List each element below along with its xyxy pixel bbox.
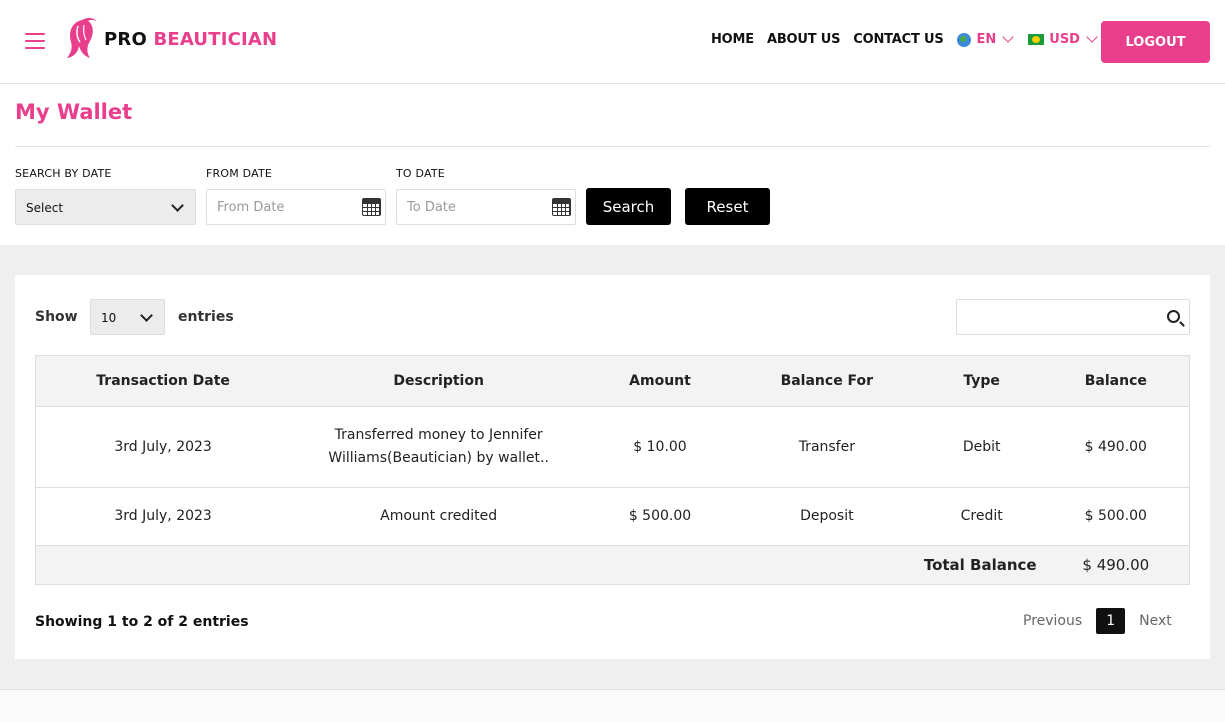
cell-balance-for: Transfer — [732, 406, 921, 488]
entries-summary: Showing 1 to 2 of 2 entries — [35, 614, 249, 630]
pagination: Previous 1 Next — [1023, 608, 1172, 634]
chevron-down-icon — [171, 199, 184, 212]
nav-about-us[interactable]: ABOUT US — [767, 32, 840, 47]
cell-date: 3rd July, 2023 — [35, 406, 291, 488]
to-date-field[interactable] — [396, 189, 576, 225]
calendar-icon[interactable] — [552, 198, 571, 216]
divider — [15, 146, 1210, 147]
column-header[interactable]: Balance — [1042, 355, 1190, 407]
chevron-down-icon — [1086, 31, 1098, 43]
page-footer — [0, 689, 1225, 722]
show-label: Show — [35, 309, 78, 325]
column-header[interactable]: Balance For — [732, 355, 921, 407]
main-nav: HOME ABOUT US CONTACT US EN USD — [711, 31, 1112, 47]
cell-type: Credit — [920, 487, 1043, 546]
language-value: EN — [976, 32, 997, 47]
page-size-value: 10 — [101, 311, 117, 325]
language-dropdown[interactable]: EN — [956, 31, 1014, 47]
table-header-row: Transaction Date Description Amount Bala… — [35, 355, 1190, 407]
search-button[interactable]: Search — [586, 188, 671, 225]
top-header: PRO BEAUTICIAN HOME ABOUT US CONTACT US … — [0, 0, 1225, 84]
table-row: 3rd July, 2023 Amount credited $ 500.00 … — [35, 487, 1190, 546]
search-by-date-label: SEARCH BY DATE — [15, 167, 112, 180]
cell-balance: $ 490.00 — [1042, 406, 1190, 488]
chevron-down-icon — [1002, 31, 1014, 43]
total-balance-value: $ 490.00 — [1042, 545, 1190, 585]
previous-page-button[interactable]: Previous — [1023, 613, 1082, 629]
cell-description: Amount credited — [290, 487, 588, 546]
to-date-label: TO DATE — [396, 167, 445, 180]
chevron-down-icon — [140, 309, 153, 322]
cell-date: 3rd July, 2023 — [35, 487, 291, 546]
page-1-button[interactable]: 1 — [1096, 608, 1126, 634]
cell-description: Transferred money to Jennifer Williams(B… — [290, 406, 588, 488]
cell-amount: $ 500.00 — [587, 487, 733, 546]
transactions-table: Transaction Date Description Amount Bala… — [35, 355, 1190, 585]
entries-label: entries — [178, 309, 234, 325]
cell-type: Debit — [920, 406, 1043, 488]
column-header[interactable]: Description — [290, 355, 588, 407]
page-title: My Wallet — [15, 100, 133, 124]
column-header[interactable]: Type — [920, 355, 1043, 407]
search-by-date-value: Select — [26, 201, 64, 215]
menu-icon[interactable] — [25, 33, 45, 49]
calendar-icon[interactable] — [362, 198, 381, 216]
cell-amount: $ 10.00 — [587, 406, 733, 488]
currency-dropdown[interactable]: USD — [1028, 31, 1098, 47]
logout-button[interactable]: LOGOUT — [1101, 21, 1210, 63]
cell-balance: $ 500.00 — [1042, 487, 1190, 546]
brand-logo[interactable]: PRO BEAUTICIAN — [64, 16, 277, 62]
reset-button[interactable]: Reset — [685, 188, 770, 225]
from-date-field[interactable] — [206, 189, 386, 225]
next-page-button[interactable]: Next — [1139, 613, 1172, 629]
currency-value: USD — [1049, 32, 1080, 47]
table-search-input[interactable] — [957, 300, 1147, 334]
table-search-field[interactable] — [956, 299, 1190, 335]
nav-home[interactable]: HOME — [711, 32, 754, 47]
column-header[interactable]: Transaction Date — [35, 355, 291, 407]
to-date-input[interactable] — [397, 190, 537, 224]
search-icon[interactable] — [1167, 310, 1180, 323]
wallet-table-card: Show 10 entries Transaction Date Descrip… — [15, 275, 1210, 659]
logo-icon — [67, 17, 97, 58]
from-date-input[interactable] — [207, 190, 347, 224]
total-balance-label: Total Balance — [35, 545, 1043, 585]
total-row: Total Balance $ 490.00 — [35, 545, 1190, 585]
table-row: 3rd July, 2023 Transferred money to Jenn… — [35, 406, 1190, 488]
flag-icon — [1028, 34, 1045, 45]
brand-name: PRO BEAUTICIAN — [104, 29, 277, 50]
nav-contact-us[interactable]: CONTACT US — [853, 32, 943, 47]
search-by-date-select[interactable]: Select — [15, 189, 196, 225]
brand-pro: PRO — [104, 28, 147, 50]
brand-beautician: BEAUTICIAN — [153, 28, 278, 50]
globe-icon — [956, 32, 971, 47]
column-header[interactable]: Amount — [587, 355, 733, 407]
page-size-select[interactable]: 10 — [90, 299, 165, 335]
cell-balance-for: Deposit — [732, 487, 921, 546]
from-date-label: FROM DATE — [206, 167, 273, 180]
